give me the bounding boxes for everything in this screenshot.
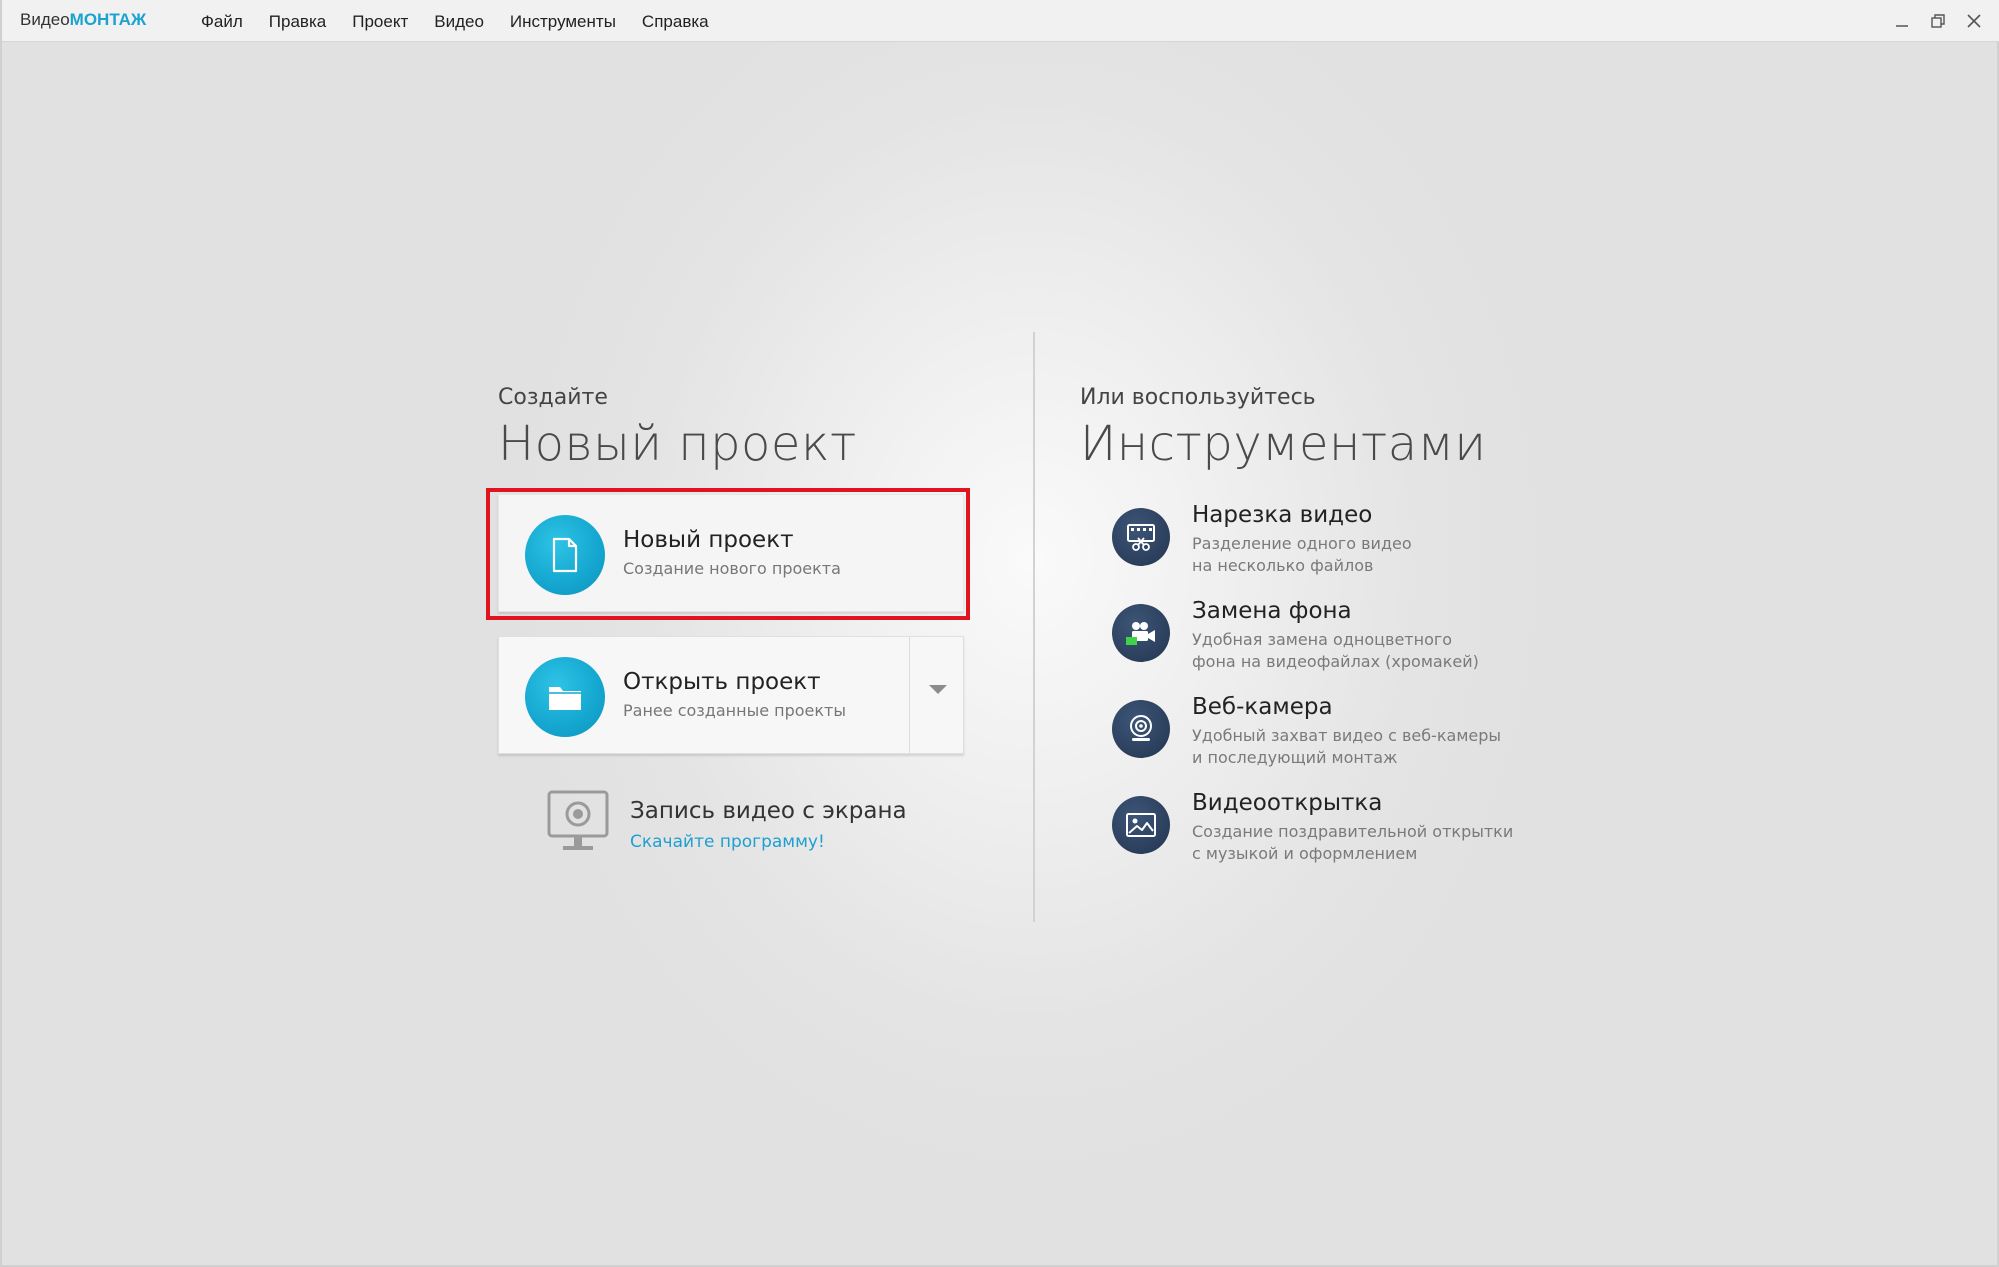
tool-desc-line2: на несколько файлов: [1192, 556, 1374, 575]
brand-accent: МОНТАЖ: [69, 10, 147, 29]
menu-video[interactable]: Видео: [421, 10, 497, 34]
webcam-icon-circle: [1112, 700, 1170, 758]
minimize-icon: [1896, 25, 1908, 27]
chevron-down-icon[interactable]: [929, 685, 947, 694]
tool-desc-line1: Удобный захват видео с веб-камеры: [1192, 726, 1502, 745]
postcard-icon-circle: [1112, 796, 1170, 854]
open-project-divider: [909, 637, 910, 753]
new-project-title: Новый проект: [623, 527, 794, 553]
app-window: ВидеоМОНТАЖ Файл Правка Проект Видео Инс…: [0, 0, 1999, 1267]
menu-project[interactable]: Проект: [339, 10, 421, 34]
chroma-key-icon-circle: [1112, 604, 1170, 662]
video-cut-icon-circle: [1112, 508, 1170, 566]
tools-section-header: Или воспользуйтесь Инструментами: [1080, 385, 1600, 472]
minimize-button[interactable]: [1887, 6, 1917, 36]
chroma-key-icon: [1126, 622, 1155, 645]
open-project-title: Открыть проект: [623, 669, 821, 695]
tools-title: Инструментами: [1080, 416, 1487, 472]
tool-desc-line1: Создание поздравительной открытки: [1192, 822, 1514, 841]
open-project-icon-circle: [525, 657, 605, 737]
download-program-link[interactable]: Скачайте программу!: [630, 832, 825, 852]
tool-title: Нарезка видео: [1192, 502, 1373, 528]
create-title: Новый проект: [498, 416, 857, 472]
tool-chroma-key[interactable]: Замена фона Удобная замена одноцветного …: [1112, 598, 1532, 684]
video-cut-icon: [1127, 524, 1155, 551]
tool-video-cut[interactable]: Нарезка видео Разделение одного видео на…: [1112, 502, 1532, 588]
create-section-header: Создайте Новый проект: [498, 385, 978, 472]
new-project-icon-circle: [525, 515, 605, 595]
title-bar: ВидеоМОНТАЖ Файл Правка Проект Видео Инс…: [2, 0, 1999, 42]
screen-recording-title: Запись видео с экрана: [630, 798, 907, 824]
tool-postcard[interactable]: Видеооткрытка Создание поздравительной о…: [1112, 790, 1532, 876]
document-icon: [552, 537, 578, 573]
column-divider: [1033, 332, 1035, 922]
restore-button[interactable]: [1923, 6, 1953, 36]
close-button[interactable]: [1959, 6, 1989, 36]
screen-recording-promo: Запись видео с экрана Скачайте программу…: [546, 790, 966, 860]
menu-edit[interactable]: Правка: [256, 10, 339, 34]
tool-title: Видеооткрытка: [1192, 790, 1383, 816]
tool-title: Замена фона: [1192, 598, 1352, 624]
window-controls: [1887, 6, 1989, 36]
open-project-subtitle: Ранее созданные проекты: [623, 701, 846, 720]
tool-desc-line2: с музыкой и оформлением: [1192, 844, 1418, 863]
close-icon: [1967, 14, 1981, 28]
tool-webcam[interactable]: Веб-камера Удобный захват видео с веб-ка…: [1112, 694, 1532, 780]
folder-icon: [549, 687, 581, 710]
new-project-button[interactable]: Новый проект Создание нового проекта: [498, 494, 964, 612]
webcam-icon: [1130, 715, 1152, 741]
tools-kicker: Или воспользуйтесь: [1080, 385, 1316, 410]
open-project-button[interactable]: Открыть проект Ранее созданные проекты: [498, 636, 964, 754]
tool-desc-line1: Удобная замена одноцветного: [1192, 630, 1453, 649]
create-kicker: Создайте: [498, 385, 608, 410]
menu-file[interactable]: Файл: [188, 10, 256, 34]
tool-title: Веб-камера: [1192, 694, 1333, 720]
app-logo: ВидеоМОНТАЖ: [20, 10, 146, 30]
monitor-icon: [547, 790, 609, 850]
tool-desc-line1: Разделение одного видео: [1192, 534, 1412, 553]
tool-desc-line2: и последующий монтаж: [1192, 748, 1398, 767]
menu-help[interactable]: Справка: [629, 10, 722, 34]
tool-desc-line2: фона на видеофайлах (хромакей): [1192, 652, 1479, 671]
menu-tools[interactable]: Инструменты: [497, 10, 629, 34]
restore-icon: [1931, 14, 1945, 28]
menu-bar: Файл Правка Проект Видео Инструменты Спр…: [188, 10, 722, 34]
brand-plain: Видео: [20, 10, 70, 29]
postcard-icon: [1126, 813, 1156, 837]
new-project-subtitle: Создание нового проекта: [623, 559, 841, 578]
